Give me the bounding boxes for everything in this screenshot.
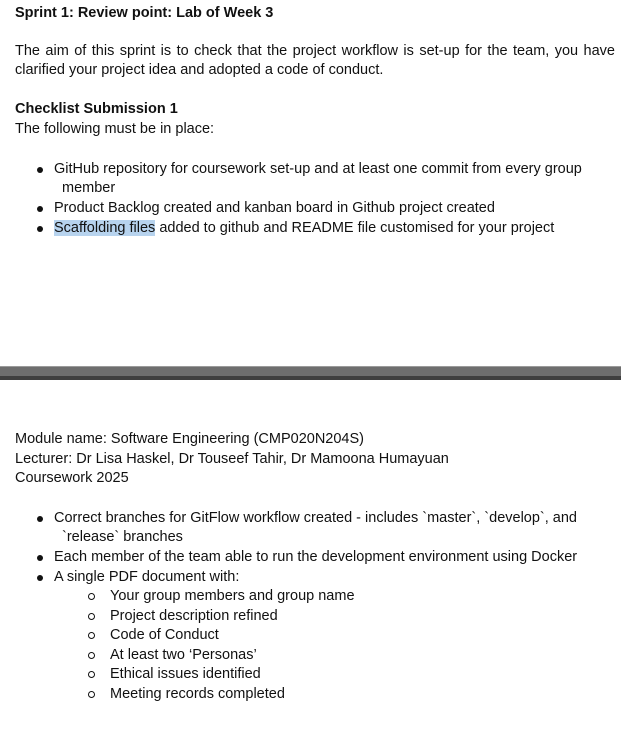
module-name: Module name: Software Engineering (CMP02… — [15, 431, 364, 447]
circle-bullet-icon — [88, 690, 95, 698]
sub-list-item-text: At least two ‘Personas’ — [110, 646, 257, 663]
sub-list-item-text: Your group members and group name — [110, 588, 355, 604]
list-item[interactable]: Scaffolding files added to github and RE… — [0, 219, 616, 238]
circle-bullet-icon — [88, 593, 95, 600]
circle-bullet-icon — [88, 612, 95, 620]
bullet-icon — [37, 167, 43, 173]
coursework-year: Coursework 2025 — [15, 470, 129, 486]
document-page-1: Sprint 1: Review point: Lab of Week 3 Th… — [0, 0, 621, 366]
circle-bullet-icon — [88, 632, 95, 639]
list-item-text: added to github and README file customis… — [155, 220, 555, 236]
list-item-text: GitHub repository for coursework set-up … — [54, 161, 582, 177]
list-item-continuation: member — [62, 180, 116, 196]
checklist-list: GitHub repository for coursework set-up … — [0, 160, 621, 239]
sub-list-item-text: Ethical issues identified — [110, 666, 261, 682]
list-item: Each member of the team able to run the … — [0, 548, 616, 567]
document-page-2: Module name: Software Engineering (CMP02… — [0, 380, 621, 735]
selected-text-highlight[interactable]: Scaffolding files — [54, 220, 156, 236]
sub-list-item: Ethical issues identified — [0, 665, 621, 684]
list-item-text: A single PDF document with: — [54, 569, 240, 585]
list-item-continuation: `release` branches — [62, 529, 183, 545]
aim-paragraph: The aim of this sprint is to check that … — [15, 43, 615, 78]
bullet-icon — [37, 516, 43, 522]
sub-list-item: At least two ‘Personas’ — [0, 646, 621, 665]
sub-list-item: Your group members and group name — [0, 587, 621, 606]
bullet-icon — [37, 555, 43, 561]
sub-list-item: Meeting records completed — [0, 685, 621, 704]
list-item-text: Product Backlog created and kanban board… — [54, 200, 495, 216]
sprint-title: Sprint 1: Review point: Lab of Week 3 — [15, 5, 274, 21]
bullet-icon — [37, 226, 43, 232]
list-item: Product Backlog created and kanban board… — [0, 199, 616, 218]
list-item-text: Each member of the team able to run the … — [54, 549, 578, 565]
circle-bullet-icon — [88, 671, 95, 678]
checklist-heading: Checklist Submission 1 — [15, 101, 178, 117]
checklist-intro: The following must be in place: — [15, 121, 215, 137]
list-item: GitHub repository for coursework set-up … — [0, 160, 616, 198]
sub-list-item-text: Code of Conduct — [110, 627, 219, 643]
list-item-text: Correct branches for GitFlow workflow cr… — [54, 510, 577, 526]
bullet-icon — [37, 575, 43, 581]
sub-list-item: Code of Conduct — [0, 626, 621, 645]
sub-list-item: Project description refined — [0, 607, 621, 626]
list-item: Correct branches for GitFlow workflow cr… — [0, 509, 616, 547]
bullet-icon — [37, 206, 43, 212]
list-item: A single PDF document with: Your group m… — [0, 568, 616, 704]
page-break-divider — [0, 366, 621, 380]
requirements-list: Correct branches for GitFlow workflow cr… — [0, 509, 621, 705]
lecturer-names: Lecturer: Dr Lisa Haskel, Dr Touseef Tah… — [15, 451, 449, 467]
pdf-contents-sublist: Your group members and group name Projec… — [0, 587, 621, 704]
circle-bullet-icon — [88, 651, 95, 659]
